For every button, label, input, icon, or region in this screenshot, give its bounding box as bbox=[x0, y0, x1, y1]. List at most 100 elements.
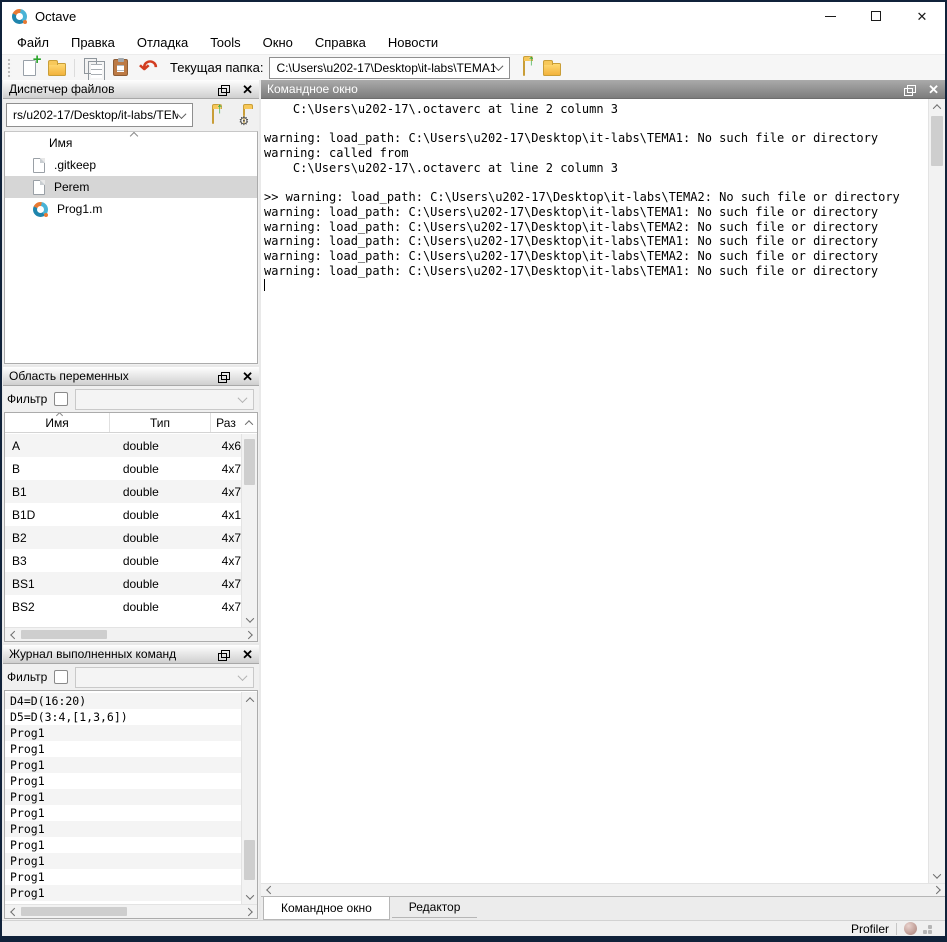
panel-close-icon[interactable]: ✕ bbox=[242, 370, 253, 383]
current-folder-value: C:\Users\u202-17\Desktop\it-labs\TEMA1 bbox=[276, 61, 495, 75]
panel-close-icon[interactable]: ✕ bbox=[242, 648, 253, 661]
variable-row[interactable]: B1D double 4x1 bbox=[5, 503, 241, 526]
file-browser-path-combobox[interactable]: rs/u202-17/Desktop/it-labs/TEMA1 bbox=[6, 103, 193, 127]
scroll-left-button[interactable] bbox=[5, 628, 20, 641]
column-header-size[interactable]: Раз bbox=[211, 413, 241, 432]
history-item[interactable]: Prog1 bbox=[5, 757, 241, 773]
console-text: C:\Users\u202-17\.octaverc at line 2 col… bbox=[264, 102, 925, 883]
current-folder-combobox[interactable]: C:\Users\u202-17\Desktop\it-labs\TEMA1 bbox=[269, 57, 510, 79]
browse-folder-button[interactable] bbox=[538, 56, 566, 80]
vertical-scrollbar[interactable] bbox=[241, 434, 257, 627]
undo-button[interactable]: ↶ bbox=[134, 56, 162, 80]
open-file-button[interactable] bbox=[43, 56, 71, 80]
menu-item[interactable]: Окно bbox=[252, 32, 304, 53]
scrollbar-thumb[interactable] bbox=[931, 116, 943, 166]
vertical-scrollbar[interactable] bbox=[241, 692, 257, 904]
variable-row[interactable]: BS1 double 4x7 bbox=[5, 572, 241, 595]
history-item[interactable]: Prog1 bbox=[5, 805, 241, 821]
history-item[interactable]: D5=D(3:4,[1,3,6]) bbox=[5, 709, 241, 725]
panel-close-icon[interactable]: ✕ bbox=[928, 83, 939, 96]
file-row[interactable]: .gitkeep bbox=[5, 154, 257, 176]
undock-icon[interactable] bbox=[221, 372, 230, 380]
scroll-down-button[interactable] bbox=[242, 890, 258, 904]
menu-item[interactable]: Справка bbox=[304, 32, 377, 53]
scroll-down-button[interactable] bbox=[242, 613, 258, 627]
filter-checkbox[interactable] bbox=[54, 392, 68, 406]
undock-icon[interactable] bbox=[221, 650, 230, 658]
scrollbar-thumb[interactable] bbox=[21, 907, 127, 916]
scrollbar-thumb[interactable] bbox=[244, 439, 255, 485]
scroll-right-button[interactable] bbox=[242, 905, 257, 918]
resize-grip-icon[interactable] bbox=[928, 930, 932, 934]
column-header-type[interactable]: Тип bbox=[109, 413, 211, 432]
history-item[interactable]: Prog1 bbox=[5, 869, 241, 885]
horizontal-scrollbar[interactable] bbox=[5, 904, 257, 918]
undock-icon[interactable] bbox=[907, 85, 916, 93]
minimize-button[interactable] bbox=[807, 2, 853, 30]
horizontal-scrollbar[interactable] bbox=[5, 627, 257, 641]
profiler-status-led[interactable] bbox=[904, 922, 917, 935]
paste-button[interactable] bbox=[106, 56, 134, 80]
dock-tab[interactable]: Редактор bbox=[392, 897, 478, 918]
undock-icon[interactable] bbox=[221, 85, 230, 93]
menu-item[interactable]: Правка bbox=[60, 32, 126, 53]
scroll-right-button[interactable] bbox=[930, 884, 945, 896]
chevron-down-icon bbox=[494, 61, 504, 71]
scroll-left-button[interactable] bbox=[5, 905, 20, 918]
variable-row[interactable]: B2 double 4x7 bbox=[5, 526, 241, 549]
file-row[interactable]: Perem bbox=[5, 176, 257, 198]
new-script-button[interactable]: + bbox=[15, 56, 43, 80]
filter-combobox[interactable] bbox=[75, 667, 254, 688]
console-line: warning: load_path: C:\Users\u202-17\Des… bbox=[264, 264, 925, 279]
history-item[interactable]: Prog1 bbox=[5, 885, 241, 901]
filter-checkbox[interactable] bbox=[54, 670, 68, 684]
column-header-name[interactable]: Имя bbox=[5, 413, 109, 432]
variable-row[interactable]: A double 4x6 bbox=[5, 434, 241, 457]
toolbar-drag-handle[interactable] bbox=[7, 58, 12, 78]
variable-row[interactable]: B1 double 4x7 bbox=[5, 480, 241, 503]
variable-type: double bbox=[109, 531, 211, 545]
menu-item[interactable]: Tools bbox=[199, 32, 251, 53]
octave-logo-icon bbox=[12, 9, 27, 24]
panel-close-icon[interactable]: ✕ bbox=[242, 83, 253, 96]
scroll-left-button[interactable] bbox=[261, 884, 276, 896]
browser-folder-up-button[interactable]: ↑ bbox=[201, 103, 224, 127]
menu-item[interactable]: Отладка bbox=[126, 32, 199, 53]
horizontal-scrollbar[interactable] bbox=[261, 883, 945, 896]
scroll-up-button[interactable] bbox=[929, 99, 946, 114]
command-window-output[interactable]: C:\Users\u202-17\.octaverc at line 2 col… bbox=[261, 99, 945, 883]
variable-row[interactable]: B double 4x7 bbox=[5, 457, 241, 480]
dock-tab[interactable]: Командное окно bbox=[263, 897, 390, 920]
history-item[interactable]: Prog1 bbox=[5, 853, 241, 869]
browser-actions-button[interactable]: ⚙ bbox=[233, 103, 256, 127]
menu-item[interactable]: Новости bbox=[377, 32, 449, 53]
history-item[interactable]: Prog1 bbox=[5, 789, 241, 805]
history-item[interactable]: Prog1 bbox=[5, 773, 241, 789]
scrollbar-thumb[interactable] bbox=[21, 630, 107, 639]
scroll-right-button[interactable] bbox=[242, 628, 257, 641]
command-window-titlebar: Командное окно ✕ bbox=[261, 80, 945, 99]
minimize-icon bbox=[825, 16, 836, 17]
file-list-header[interactable]: Имя bbox=[5, 132, 257, 154]
variable-row[interactable]: BS2 double 4x7 bbox=[5, 595, 241, 618]
history-item[interactable]: D4=D(16:20) bbox=[5, 693, 241, 709]
menu-item[interactable]: Файл bbox=[6, 32, 60, 53]
history-item[interactable]: Prog1 bbox=[5, 741, 241, 757]
scrollbar-thumb[interactable] bbox=[244, 840, 255, 880]
scroll-up-button[interactable] bbox=[242, 692, 258, 707]
copy-button[interactable] bbox=[78, 56, 106, 80]
close-button[interactable]: ✕ bbox=[899, 2, 945, 30]
maximize-button[interactable] bbox=[853, 2, 899, 30]
file-row[interactable]: Prog1.m bbox=[5, 198, 257, 220]
variable-size: 4x7 bbox=[211, 531, 241, 545]
folder-up-button[interactable]: ↑ bbox=[510, 56, 538, 80]
scroll-down-button[interactable] bbox=[929, 868, 946, 883]
filter-combobox[interactable] bbox=[75, 389, 254, 410]
vertical-scrollbar[interactable] bbox=[928, 99, 945, 883]
variable-row[interactable]: B3 double 4x7 bbox=[5, 549, 241, 572]
history-item[interactable]: Prog1 bbox=[5, 837, 241, 853]
history-item[interactable]: Prog1 bbox=[5, 725, 241, 741]
variable-name: B1D bbox=[5, 508, 109, 522]
scroll-up-button[interactable] bbox=[241, 413, 257, 433]
history-item[interactable]: Prog1 bbox=[5, 821, 241, 837]
